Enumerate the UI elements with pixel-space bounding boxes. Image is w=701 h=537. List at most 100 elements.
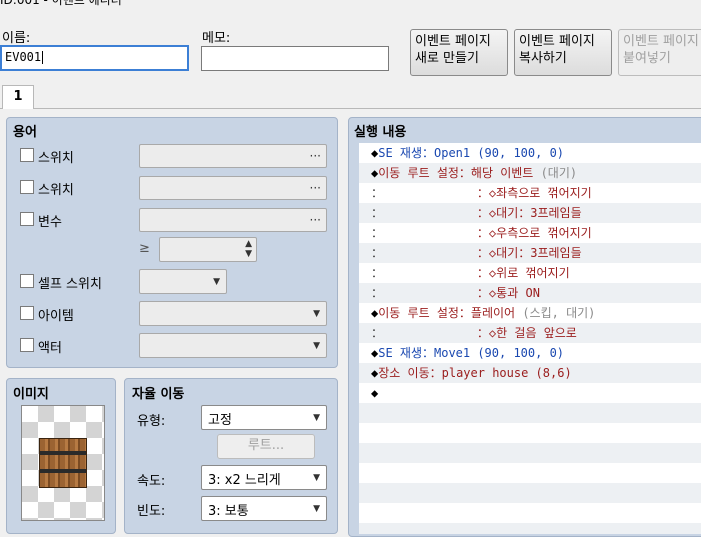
command-row[interactable]: ： ：◇좌측으로 꺾어지기 xyxy=(359,183,701,203)
command-prefix: ： xyxy=(371,286,384,300)
switch1-label: 스위치 xyxy=(38,151,74,166)
command-row[interactable]: ◆SE 재생：Move1 (90, 100, 0) xyxy=(359,343,701,363)
command-row[interactable]: ◆이동 루트 설정：해당 이벤트 (대기) xyxy=(359,163,701,183)
actor-label: 액터 xyxy=(38,341,62,356)
command-suffix: (스킵, 대기) xyxy=(522,306,596,320)
item-dropdown[interactable]: ▼ xyxy=(139,301,327,326)
command-text: ：◇위로 꺾어지기 xyxy=(383,266,570,280)
command-row[interactable] xyxy=(359,403,701,423)
command-row[interactable] xyxy=(359,423,701,443)
ellipsis-icon: ··· xyxy=(309,213,321,227)
name-value: EV001 xyxy=(5,50,42,64)
movement-type-dropdown[interactable]: 고정 ▼ xyxy=(201,405,327,430)
copy-page-button[interactable]: 이벤트 페이지 복사하기 xyxy=(514,29,612,76)
event-image-preview[interactable] xyxy=(21,405,105,521)
command-text: 이동 루트 설정：해당 이벤트 xyxy=(378,166,541,180)
command-row[interactable] xyxy=(359,503,701,523)
window-title: ID:001 - 이벤트 에디터 xyxy=(0,0,122,7)
ellipsis-icon: ··· xyxy=(309,181,321,195)
command-row[interactable]: ： ：◇우측으로 꺾어지기 xyxy=(359,223,701,243)
speed-label: 속도: xyxy=(137,474,166,489)
frequency-label: 빈도: xyxy=(137,504,166,519)
command-row[interactable]: ： ：◇위로 꺾어지기 xyxy=(359,263,701,283)
command-row[interactable]: ◆이동 루트 설정：플레이어 (스킵, 대기) xyxy=(359,303,701,323)
command-text: ：◇통과 ON xyxy=(383,286,540,300)
command-text: SE 재생：Open1 (90, 100, 0) xyxy=(378,146,565,160)
command-text: 장소 이동：player house (8,6) xyxy=(378,366,572,380)
command-prefix: ： xyxy=(371,326,384,340)
self-switch-dropdown[interactable]: ▼ xyxy=(139,269,227,294)
ellipsis-icon: ··· xyxy=(309,149,321,163)
command-text: ：◇좌측으로 꺾어지기 xyxy=(383,186,592,200)
command-row[interactable]: ： ：◇대기：3프레임들 xyxy=(359,203,701,223)
command-prefix: ： xyxy=(371,246,384,260)
command-list[interactable]: ◆SE 재생：Open1 (90, 100, 0) ◆이동 루트 설정：해당 이벤… xyxy=(359,143,701,534)
variable-value-spinner[interactable]: ▲ ▼ xyxy=(159,237,257,262)
frequency-value: 3: 보통 xyxy=(208,504,249,519)
image-title: 이미지 xyxy=(13,387,49,402)
route-button[interactable]: 루트... xyxy=(217,434,315,459)
command-row[interactable]: ： ：◇통과 ON xyxy=(359,283,701,303)
command-row[interactable]: ： ：◇대기：3프레임들 xyxy=(359,243,701,263)
conditions-title: 용어 xyxy=(13,125,37,140)
memo-label: 메모: xyxy=(202,31,231,46)
chevron-down-icon: ▼ xyxy=(313,309,320,319)
tab-page-1[interactable]: 1 xyxy=(2,85,34,109)
new-page-button[interactable]: 이벤트 페이지 새로 만들기 xyxy=(410,29,508,76)
command-prefix: ： xyxy=(371,206,384,220)
command-text: ：◇한 걸음 앞으로 xyxy=(383,326,577,340)
tab-strip-border xyxy=(0,108,701,109)
command-prefix: ： xyxy=(371,226,384,240)
command-prefix: ： xyxy=(371,186,384,200)
item-label: 아이템 xyxy=(38,309,74,324)
switch1-selector[interactable]: ··· xyxy=(139,144,327,168)
switch2-checkbox[interactable] xyxy=(20,180,34,194)
switch2-selector[interactable]: ··· xyxy=(139,176,327,200)
command-text: ：◇우측으로 꺾어지기 xyxy=(383,226,592,240)
command-row[interactable]: ◆SE 재생：Open1 (90, 100, 0) xyxy=(359,143,701,163)
variable-selector[interactable]: ··· xyxy=(139,208,327,232)
text-caret xyxy=(42,51,44,64)
variable-label: 변수 xyxy=(38,215,62,230)
self-switch-label: 셀프 스위치 xyxy=(38,277,102,292)
command-row[interactable] xyxy=(359,483,701,503)
name-input[interactable]: EV001 xyxy=(0,45,189,71)
chevron-down-icon: ▼ xyxy=(313,473,320,483)
actor-dropdown[interactable]: ▼ xyxy=(139,333,327,358)
command-text: ：◇대기：3프레임들 xyxy=(383,206,582,220)
barrel-band xyxy=(40,451,86,455)
chevron-down-icon: ▼ xyxy=(313,341,320,351)
item-checkbox[interactable] xyxy=(20,306,34,320)
movement-type-value: 고정 xyxy=(208,413,232,428)
gte-symbol: ≥ xyxy=(139,241,150,256)
name-label: 이름: xyxy=(2,31,31,46)
command-text: ：◇대기：3프레임들 xyxy=(383,246,582,260)
command-row[interactable] xyxy=(359,463,701,483)
switch2-label: 스위치 xyxy=(38,183,74,198)
command-row[interactable]: ◆장소 이동：player house (8,6) xyxy=(359,363,701,383)
self-switch-checkbox[interactable] xyxy=(20,274,34,288)
command-prefix: ： xyxy=(371,266,384,280)
paste-page-button[interactable]: 이벤트 페이지 붙여넣기 xyxy=(618,29,701,76)
speed-value: 3: x2 느리게 xyxy=(208,473,281,488)
command-row[interactable] xyxy=(359,443,701,463)
chevron-down-icon: ▼ xyxy=(313,504,320,514)
variable-checkbox[interactable] xyxy=(20,212,34,226)
chevron-down-icon: ▼ xyxy=(313,413,320,423)
barrel-band xyxy=(40,469,86,473)
autonomous-title: 자율 이동 xyxy=(132,387,185,402)
command-row[interactable]: ◆ xyxy=(359,383,701,403)
command-row[interactable]: ： ：◇한 걸음 앞으로 xyxy=(359,323,701,343)
command-text: SE 재생：Move1 (90, 100, 0) xyxy=(378,346,565,360)
spin-up-icon[interactable]: ▲ xyxy=(245,239,252,249)
command-text: 이동 루트 설정：플레이어 xyxy=(378,306,523,320)
command-row[interactable] xyxy=(359,523,701,534)
contents-title: 실행 내용 xyxy=(354,125,407,140)
memo-input[interactable] xyxy=(201,46,389,71)
speed-dropdown[interactable]: 3: x2 느리게 ▼ xyxy=(201,465,327,490)
switch1-checkbox[interactable] xyxy=(20,148,34,162)
actor-checkbox[interactable] xyxy=(20,338,34,352)
spin-down-icon[interactable]: ▼ xyxy=(245,249,252,259)
barrel-sprite xyxy=(39,438,87,488)
frequency-dropdown[interactable]: 3: 보통 ▼ xyxy=(201,496,327,521)
